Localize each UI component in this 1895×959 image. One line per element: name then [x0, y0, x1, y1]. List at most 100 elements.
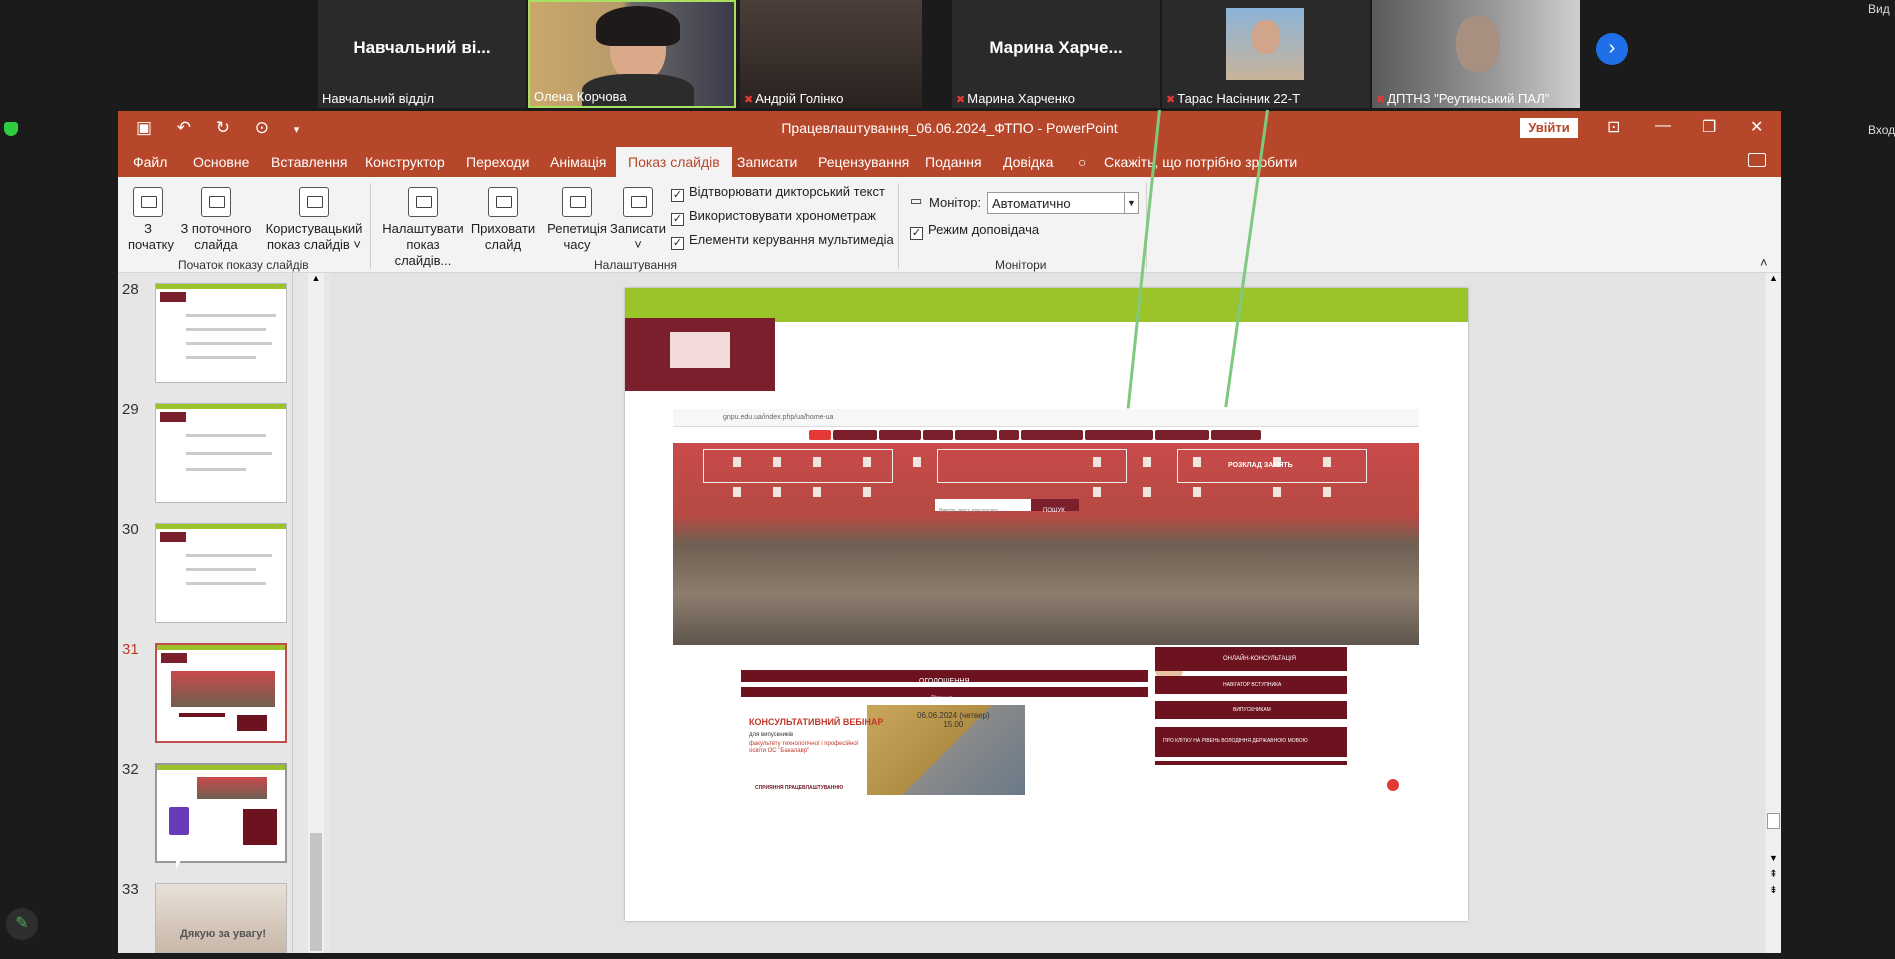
- tab-insert[interactable]: Вставлення: [271, 154, 348, 170]
- muted-mic-icon: ✖: [744, 94, 754, 106]
- chevron-down-icon[interactable]: ▼: [1124, 193, 1138, 213]
- slideshow-current-icon: [201, 187, 231, 217]
- button-label: ˅: [634, 237, 642, 252]
- scroll-down-icon[interactable]: ▼: [1766, 853, 1781, 863]
- button-label: показ слайдів...: [394, 237, 452, 268]
- sign-in-button[interactable]: Увійти: [1520, 118, 1578, 138]
- button-label: показ слайдів ˅: [266, 237, 362, 252]
- participant-caption-text: Андрій Голінко: [755, 91, 844, 106]
- current-slide[interactable]: gnpu.edu.ua/index.php/ua/home-ua Введіть…: [625, 288, 1468, 921]
- slideshow-play-icon: [133, 187, 163, 217]
- from-current-slide-button[interactable]: З поточного слайда: [176, 187, 256, 253]
- participant-tile[interactable]: Марина Харче... ✖ Марина Харченко: [952, 0, 1160, 108]
- scroll-up-icon[interactable]: ▲: [1766, 273, 1781, 287]
- enter-label[interactable]: Вход: [1868, 123, 1895, 137]
- scrollbar-thumb[interactable]: [1767, 813, 1780, 829]
- thumbnail-number: 33: [122, 881, 139, 898]
- thumbnails-scrollbar[interactable]: ▲: [308, 273, 324, 953]
- tab-transitions[interactable]: Переходи: [466, 154, 529, 170]
- extra-button: [1155, 761, 1347, 765]
- webinar-banner: КОНСУЛЬТАТИВНИЙ ВЕБІНАР для випускників …: [741, 705, 1025, 795]
- pencil-icon[interactable]: ✎: [6, 908, 38, 940]
- thumbnail-logo: [161, 653, 187, 663]
- slide-thumbnail[interactable]: Дякую за увагу!: [155, 883, 287, 953]
- participant-tile-active[interactable]: Олена Корчова: [528, 0, 736, 108]
- thumbnail-band: [156, 524, 286, 529]
- slide-editing-area[interactable]: gnpu.edu.ua/index.php/ua/home-ua Введіть…: [330, 273, 1764, 953]
- language-button: ПРО КЛІТКУ НА РІВЕНЬ ВОЛОДІННЯ ДЕРЖАВНОЮ…: [1155, 727, 1347, 757]
- building-window: [773, 487, 781, 497]
- monitor-select[interactable]: Автоматично ▼: [987, 192, 1139, 214]
- record-icon: [623, 187, 653, 217]
- participant-tile[interactable]: ✖ Тарас Насінник 22-Т: [1162, 0, 1370, 108]
- slide-scrollbar[interactable]: ▲ ▼ ⇞ ⇟: [1766, 273, 1781, 953]
- next-slide-icon[interactable]: ⇟: [1766, 885, 1781, 896]
- thumbnail-bar: [243, 809, 277, 845]
- presenter-view-checkbox[interactable]: ✓ Режим доповідача: [910, 222, 1039, 240]
- building-window: [863, 487, 871, 497]
- tab-slide-show[interactable]: Показ слайдів: [616, 147, 732, 177]
- slide-thumbnail[interactable]: [155, 403, 287, 503]
- tab-home[interactable]: Основне: [193, 154, 249, 170]
- rehearse-timings-button[interactable]: Репетиція часу: [546, 187, 608, 253]
- site-nav-item: [955, 430, 997, 440]
- slide-thumbnail[interactable]: [155, 763, 287, 863]
- tab-animations[interactable]: Анімація: [550, 154, 606, 170]
- participant-tile[interactable]: ✖ Андрій Голінко: [740, 0, 922, 108]
- site-nav: [673, 427, 1419, 443]
- thumbnail-line: [186, 582, 266, 585]
- slide-thumbnail-selected[interactable]: [155, 643, 287, 743]
- button-label: часу: [563, 237, 591, 252]
- ribbon-separator: [370, 183, 371, 269]
- minimize-icon[interactable]: —: [1655, 117, 1671, 135]
- tab-view[interactable]: Подання: [925, 154, 982, 170]
- slide-thumbnail[interactable]: [155, 523, 287, 623]
- hero-box: РОЗКЛАД ЗАНЯТЬ: [1177, 449, 1367, 483]
- checkbox-checked-icon: ✓: [910, 227, 923, 240]
- view-label[interactable]: Вид: [1868, 2, 1890, 16]
- muted-mic-icon: ✖: [956, 94, 966, 106]
- tell-me-search[interactable]: Скажіть, що потрібно зробити: [1104, 154, 1297, 170]
- custom-show-icon: [299, 187, 329, 217]
- set-up-slide-show-button[interactable]: Налаштувати показ слайдів...: [378, 187, 468, 269]
- tab-record[interactable]: Записати: [737, 154, 797, 170]
- previous-slide-icon[interactable]: ⇞: [1766, 869, 1781, 880]
- collapse-ribbon-icon[interactable]: ˄: [1760, 255, 1768, 270]
- button-label: Записати: [610, 221, 667, 236]
- chevron-right-icon[interactable]: ›: [1596, 33, 1628, 65]
- thumbnail-logo: [160, 532, 186, 542]
- comment-icon[interactable]: [1748, 153, 1766, 167]
- participant-big-name: Марина Харче...: [989, 38, 1123, 57]
- logo-building: [670, 332, 730, 368]
- play-narrations-checkbox[interactable]: ✓ Відтворювати дикторський текст: [671, 184, 885, 202]
- thumbnail-number: 32: [122, 761, 139, 778]
- shield-icon[interactable]: [4, 122, 18, 136]
- group-label-start: Початок показу слайдів: [178, 258, 309, 272]
- scroll-up-icon[interactable]: ▲: [308, 273, 324, 287]
- tab-review[interactable]: Рецензування: [818, 154, 909, 170]
- restore-icon[interactable]: ❐: [1702, 117, 1716, 137]
- tab-file[interactable]: Файл: [133, 154, 167, 170]
- tab-help[interactable]: Довідка: [1003, 154, 1053, 170]
- use-timings-checkbox[interactable]: ✓ Використовувати хронометраж: [671, 208, 876, 226]
- close-icon[interactable]: ✕: [1750, 117, 1763, 137]
- record-button[interactable]: Записати ˅: [610, 187, 666, 253]
- ribbon-display-icon[interactable]: ⊡: [1607, 117, 1620, 137]
- scrollbar-thumb[interactable]: [310, 833, 322, 951]
- group-label-monitors: Монітори: [995, 258, 1047, 272]
- greeting-bar: Вітання: [741, 687, 1148, 702]
- tab-design[interactable]: Конструктор: [365, 154, 445, 170]
- from-beginning-button[interactable]: З початку: [128, 187, 174, 253]
- hero-box: [937, 449, 1127, 483]
- thumbnail-band: [157, 645, 285, 650]
- slide-thumbnail[interactable]: [155, 283, 287, 383]
- participant-tile[interactable]: Навчальний ві... Навчальний відділ: [318, 0, 526, 108]
- thumbnail-logo: [160, 292, 186, 302]
- thumbnail-band: [156, 404, 286, 409]
- workspace: 28 29 30 31 32 33 Дякую за увагу! ▲ gnpu…: [118, 273, 1781, 953]
- monitor-label: Монітор:: [929, 195, 982, 210]
- participant-tile[interactable]: ✖ ДПТНЗ "Реутинський ПАЛ": [1372, 0, 1580, 108]
- custom-slide-show-button[interactable]: Користувацький показ слайдів ˅: [262, 187, 366, 253]
- hide-slide-button[interactable]: Приховати слайд: [470, 187, 536, 253]
- media-controls-checkbox[interactable]: ✓ Елементи керування мультимедіа: [671, 232, 894, 250]
